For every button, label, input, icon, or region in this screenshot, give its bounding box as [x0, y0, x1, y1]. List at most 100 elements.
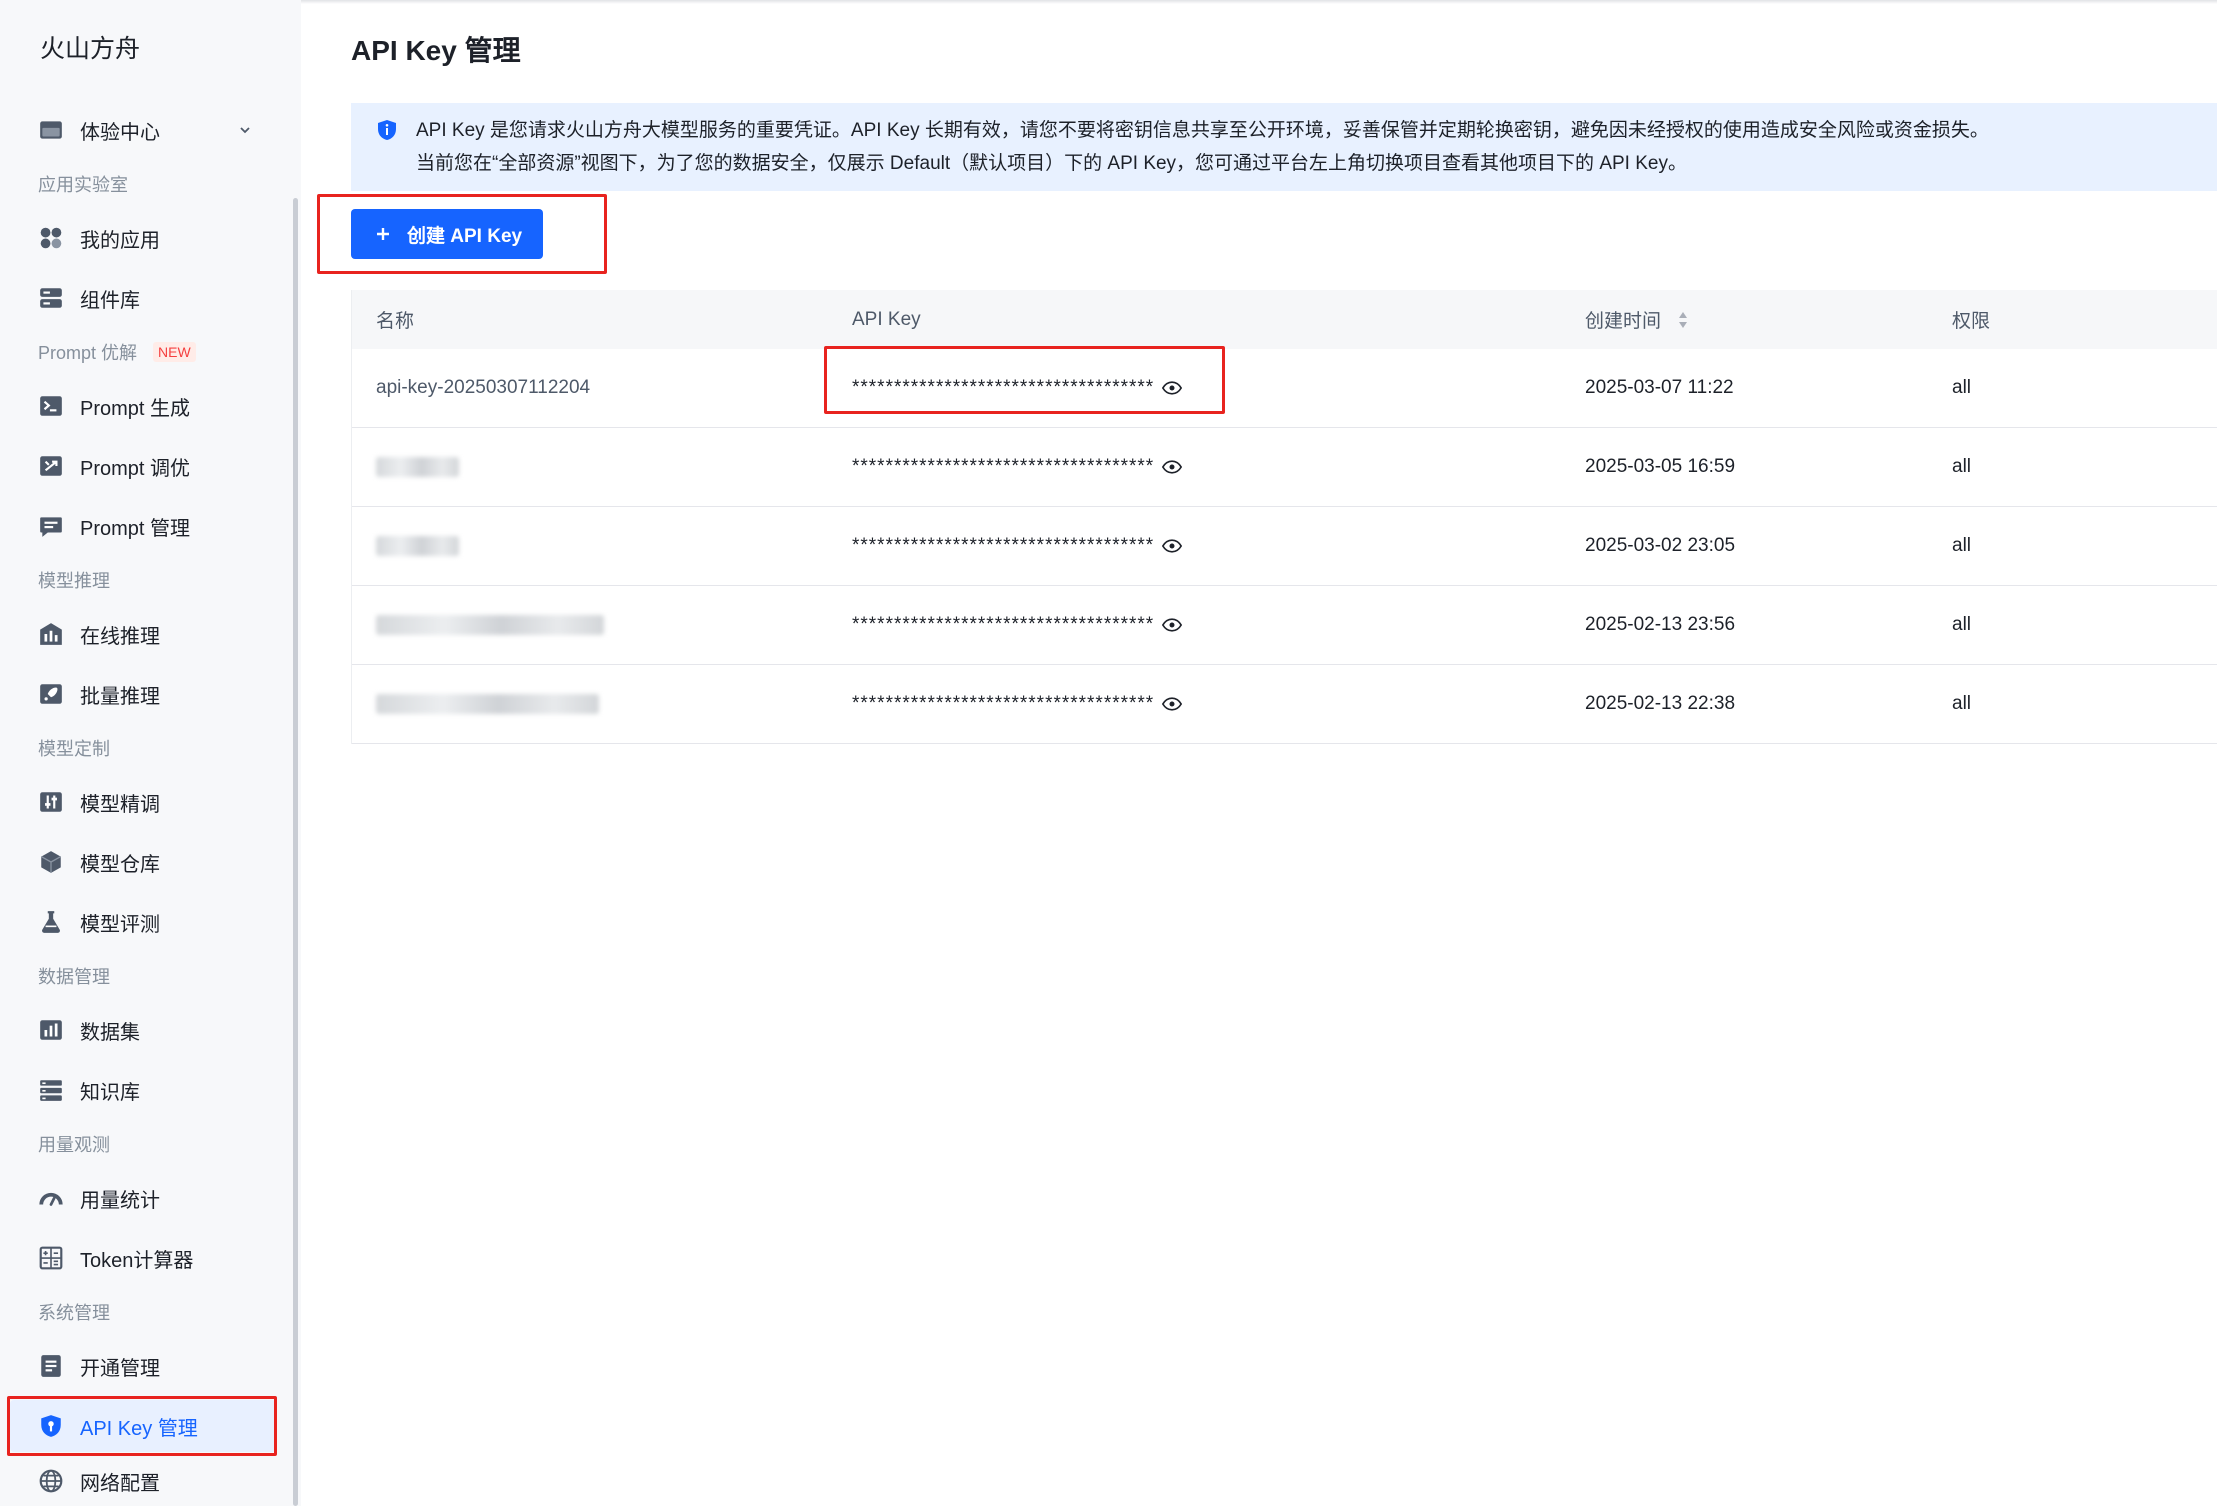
sidebar-item-activation[interactable]: 开通管理: [0, 1336, 293, 1396]
sidebar-item-label: 模型精调: [80, 793, 160, 816]
sidebar-item-label: 网络配置: [80, 1472, 160, 1495]
sidebar-item-batch-inference[interactable]: 批量推理: [0, 664, 293, 724]
sidebar-item-label: 我的应用: [80, 229, 160, 252]
sidebar-item-label: 组件库: [80, 289, 140, 312]
sidebar: 火山方舟 体验中心 应用实验室 我的应用 组件库 Prompt 优解 NEW P…: [0, 0, 301, 1506]
sidebar-item-label: 体验中心: [80, 121, 160, 144]
redacted-name: [376, 694, 599, 714]
masked-key: ************************************: [852, 614, 1155, 635]
column-header-label: 创建时间: [1585, 311, 1662, 332]
sidebar-item-label: 模型评测: [80, 913, 160, 936]
masked-key: ************************************: [852, 693, 1155, 714]
sidebar-item-network[interactable]: 网络配置: [0, 1456, 293, 1506]
created-time: 2025-03-02 23:05: [1585, 535, 1736, 556]
sidebar-item-label: 用量统计: [80, 1189, 160, 1212]
created-time: 2025-02-13 22:38: [1585, 693, 1736, 714]
knowledge-base-icon: [38, 1077, 64, 1103]
terminal-icon: [38, 393, 64, 419]
permission: all: [1952, 693, 1972, 714]
sidebar-item-prompt-manage[interactable]: Prompt 管理: [0, 496, 293, 556]
key-name: [352, 615, 828, 635]
table-header: 名称 API Key 创建时间 权限: [352, 290, 2217, 349]
message-list-icon: [38, 513, 64, 539]
sidebar-item-label: Prompt 生成: [80, 397, 191, 420]
notice-line: 当前您在“全部资源”视图下，为了您的数据安全，仅展示 Default（默认项目）…: [416, 153, 1687, 174]
api-key-cell: ************************************: [828, 535, 1561, 557]
column-header-created[interactable]: 创建时间: [1561, 306, 1928, 333]
table-row: api-key-20250307112204 *****************…: [352, 349, 2217, 428]
table-row: ************************************ 202…: [352, 586, 2217, 665]
sidebar-item-label: 模型仓库: [80, 853, 160, 876]
sidebar-item-component-library[interactable]: 组件库: [0, 268, 293, 328]
sidebar-item-label: 知识库: [80, 1081, 140, 1104]
api-key-cell: ************************************: [828, 614, 1561, 636]
created-time: 2025-02-13 23:56: [1585, 614, 1736, 635]
sidebar-section-app-lab: 应用实验室: [38, 175, 128, 195]
sidebar-item-prompt-tune[interactable]: Prompt 调优: [0, 436, 293, 496]
redacted-name: [376, 536, 459, 556]
sidebar-item-dataset[interactable]: 数据集: [0, 1000, 293, 1060]
permission: all: [1952, 456, 1972, 477]
create-api-key-button[interactable]: 创建 API Key: [351, 209, 543, 259]
rocket-icon: [38, 681, 64, 707]
sidebar-item-label: API Key 管理: [80, 1417, 198, 1440]
document-icon: [38, 1353, 64, 1379]
sidebar-item-knowledge-base[interactable]: 知识库: [0, 1060, 293, 1120]
sidebar-item-online-inference[interactable]: 在线推理: [0, 604, 293, 664]
info-notice: API Key 是您请求火山方舟大模型服务的重要凭证。API Key 长期有效，…: [351, 103, 2217, 191]
permission: all: [1952, 377, 1972, 398]
sidebar-item-label: Token计算器: [80, 1249, 194, 1272]
sidebar-item-experience-center[interactable]: 体验中心: [0, 100, 293, 160]
notice-line: API Key 是您请求火山方舟大模型服务的重要凭证。API Key 长期有效，…: [416, 120, 1989, 141]
sidebar-item-prompt-generate[interactable]: Prompt 生成: [0, 376, 293, 436]
eye-icon[interactable]: [1162, 697, 1183, 711]
sidebar-item-token-calculator[interactable]: Token计算器: [0, 1228, 293, 1288]
app-logo: 火山方舟: [40, 35, 141, 63]
eye-icon[interactable]: [1162, 618, 1183, 632]
sidebar-item-model-repo[interactable]: 模型仓库: [0, 832, 293, 892]
sidebar-section-data: 数据管理: [38, 967, 110, 987]
masked-key: ************************************: [852, 377, 1155, 398]
masked-key: ************************************: [852, 456, 1155, 477]
eye-icon[interactable]: [1162, 381, 1183, 395]
key-name: [352, 694, 828, 714]
eye-icon[interactable]: [1162, 539, 1183, 553]
sidebar-item-api-key[interactable]: API Key 管理: [10, 1400, 276, 1452]
dataset-icon: [38, 1017, 64, 1043]
sidebar-item-fine-tune[interactable]: 模型精调: [0, 772, 293, 832]
gauge-icon: [38, 1185, 64, 1211]
flask-icon: [38, 909, 64, 935]
permission: all: [1952, 614, 1972, 635]
sidebar-item-label: Prompt 调优: [80, 457, 191, 480]
api-key-cell: ************************************: [828, 456, 1561, 478]
top-divider: [301, 0, 2217, 4]
masked-key: ************************************: [852, 535, 1155, 556]
sidebar-item-my-apps[interactable]: 我的应用: [0, 208, 293, 268]
plus-icon: [375, 226, 391, 242]
globe-icon: [38, 1468, 64, 1494]
sidebar-scrollbar[interactable]: [293, 198, 298, 1506]
chevron-down-icon[interactable]: [237, 122, 253, 138]
apps-icon: [38, 225, 64, 251]
page-title: API Key 管理: [351, 35, 521, 66]
sidebar-section-system: 系统管理: [38, 1303, 110, 1323]
api-key-cell: ************************************: [828, 693, 1561, 715]
sidebar-item-label: 在线推理: [80, 625, 160, 648]
sidebar-item-label: 批量推理: [80, 685, 160, 708]
sidebar-item-usage-stats[interactable]: 用量统计: [0, 1168, 293, 1228]
eye-icon[interactable]: [1162, 460, 1183, 474]
sidebar-item-model-eval[interactable]: 模型评测: [0, 892, 293, 952]
sidebar-section-model-custom: 模型定制: [38, 739, 110, 759]
table-row: ************************************ 202…: [352, 428, 2217, 507]
sidebar-item-label: 数据集: [80, 1021, 140, 1044]
sidebar-nav: 体验中心 应用实验室 我的应用 组件库 Prompt 优解 NEW Prompt…: [0, 100, 293, 1506]
sidebar-item-label: 开通管理: [80, 1357, 160, 1380]
shield-key-icon: [38, 1413, 64, 1439]
redacted-name: [376, 615, 604, 635]
info-shield-icon: [375, 118, 399, 142]
tune-icon: [38, 453, 64, 479]
api-key-cell: ************************************: [828, 377, 1561, 399]
experience-center-icon: [38, 117, 64, 143]
key-name: api-key-20250307112204: [376, 377, 591, 398]
sort-icon[interactable]: [1677, 310, 1689, 330]
